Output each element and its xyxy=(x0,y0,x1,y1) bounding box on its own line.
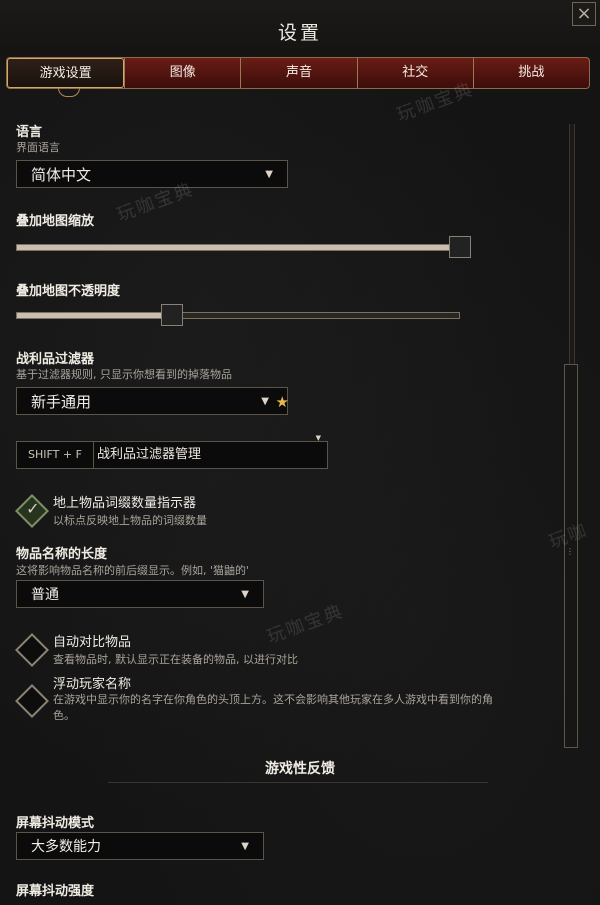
item-name-length-label: 物品名称的长度 xyxy=(16,547,108,562)
chevron-down-icon: ▼ xyxy=(265,169,273,180)
screen-shake-strength-label: 屏幕抖动强度 xyxy=(16,884,95,899)
item-name-length-sublabel: 这将影响物品名称的前后缀显示。例如, '猫鼬的' xyxy=(16,564,250,577)
loot-filter-value: 新手通用 xyxy=(31,393,92,411)
watermark: 玩咖宝典 xyxy=(264,600,347,648)
hotkey-label: 战利品过滤器管理 xyxy=(97,447,202,462)
settings-window: 设置 × 游戏设置 图像 声音 社交 挑战 语言 界面语言 简体中文 ▼ 叠加地… xyxy=(0,0,600,905)
floating-names-checkbox[interactable] xyxy=(15,684,49,718)
screen-shake-mode-value: 大多数能力 xyxy=(31,839,101,855)
loot-filter-dropdown[interactable]: 新手通用 ▼ ★ xyxy=(16,387,289,415)
active-tab-ornament xyxy=(58,88,80,97)
floating-names-sublabel-line1: 在游戏中显示你的名字在你角色的头顶上方。这不会影响其他玩家在多人游戏中看到你的角 xyxy=(53,693,493,706)
tab-game-settings[interactable]: 游戏设置 xyxy=(7,58,125,88)
star-icon: ★ xyxy=(275,393,289,411)
auto-compare-checkbox[interactable] xyxy=(15,633,49,667)
overlay-opacity-thumb[interactable] xyxy=(161,304,183,326)
floating-names-label: 浮动玩家名称 xyxy=(53,677,132,692)
overlay-opacity-slider[interactable] xyxy=(16,304,460,326)
item-name-length-value: 普通 xyxy=(31,587,59,603)
affix-indicator-label: 地上物品词缀数量指示器 xyxy=(53,496,197,511)
tab-graphics[interactable]: 图像 xyxy=(124,58,240,88)
overlay-zoom-label: 叠加地图缩放 xyxy=(16,214,95,229)
scrollbar-thumb[interactable] xyxy=(564,364,578,748)
overlay-zoom-slider[interactable] xyxy=(16,236,471,258)
floating-names-sublabel-line2: 色。 xyxy=(53,709,75,722)
screen-shake-mode-dropdown[interactable]: 大多数能力 ▼ xyxy=(16,832,264,860)
affix-indicator-checkbox[interactable]: ✓ xyxy=(15,494,49,528)
auto-compare-sublabel: 查看物品时, 默认显示正在装备的物品, 以进行对比 xyxy=(53,653,298,666)
language-dropdown[interactable]: 简体中文 ▼ xyxy=(16,160,288,188)
chevron-down-icon: ▼ xyxy=(261,396,269,407)
overlay-zoom-fill xyxy=(17,245,461,250)
language-value: 简体中文 xyxy=(31,166,92,184)
screen-shake-mode-label: 屏幕抖动模式 xyxy=(16,816,95,831)
chevron-down-icon: ▼ xyxy=(241,841,249,852)
overlay-zoom-thumb[interactable] xyxy=(449,236,471,258)
item-name-length-dropdown[interactable]: 普通 ▼ xyxy=(16,580,264,608)
loot-filter-label: 战利品过滤器 xyxy=(16,352,95,367)
loot-filter-sublabel: 基于过滤器规则, 只显示你想看到的掉落物品 xyxy=(16,368,232,381)
auto-compare-label: 自动对比物品 xyxy=(53,635,132,650)
language-sublabel: 界面语言 xyxy=(16,141,60,154)
check-icon: ✓ xyxy=(26,498,40,518)
hotkey-key: SHIFT + F xyxy=(17,442,94,468)
watermark: 玩咖 xyxy=(546,519,591,554)
overlay-opacity-fill xyxy=(17,313,172,318)
affix-indicator-sublabel: 以标点反映地上物品的词缀数量 xyxy=(53,514,207,527)
tab-challenge[interactable]: 挑战 xyxy=(472,58,589,88)
overlay-opacity-label: 叠加地图不透明度 xyxy=(16,284,121,299)
close-icon[interactable]: × xyxy=(572,2,596,26)
tab-sound[interactable]: 声音 xyxy=(240,58,356,88)
language-label: 语言 xyxy=(16,125,43,140)
chevron-down-icon: ▼ xyxy=(241,589,249,600)
grip-icon: ⋮ xyxy=(566,547,574,556)
loot-filter-manager-button[interactable]: SHIFT + F 战利品过滤器管理 ▼ xyxy=(16,434,328,469)
section-title-feedback: 游戏性反馈 xyxy=(265,761,335,777)
section-divider xyxy=(108,782,488,783)
chevron-down-icon: ▼ xyxy=(315,434,321,442)
window-title: 设置 xyxy=(277,22,322,44)
floating-names-sublabel: 在游戏中显示你的名字在你角色的头顶上方。这不会影响其他玩家在多人游戏中看到你的角… xyxy=(53,692,558,724)
tab-bar: 游戏设置 图像 声音 社交 挑战 xyxy=(6,57,590,89)
